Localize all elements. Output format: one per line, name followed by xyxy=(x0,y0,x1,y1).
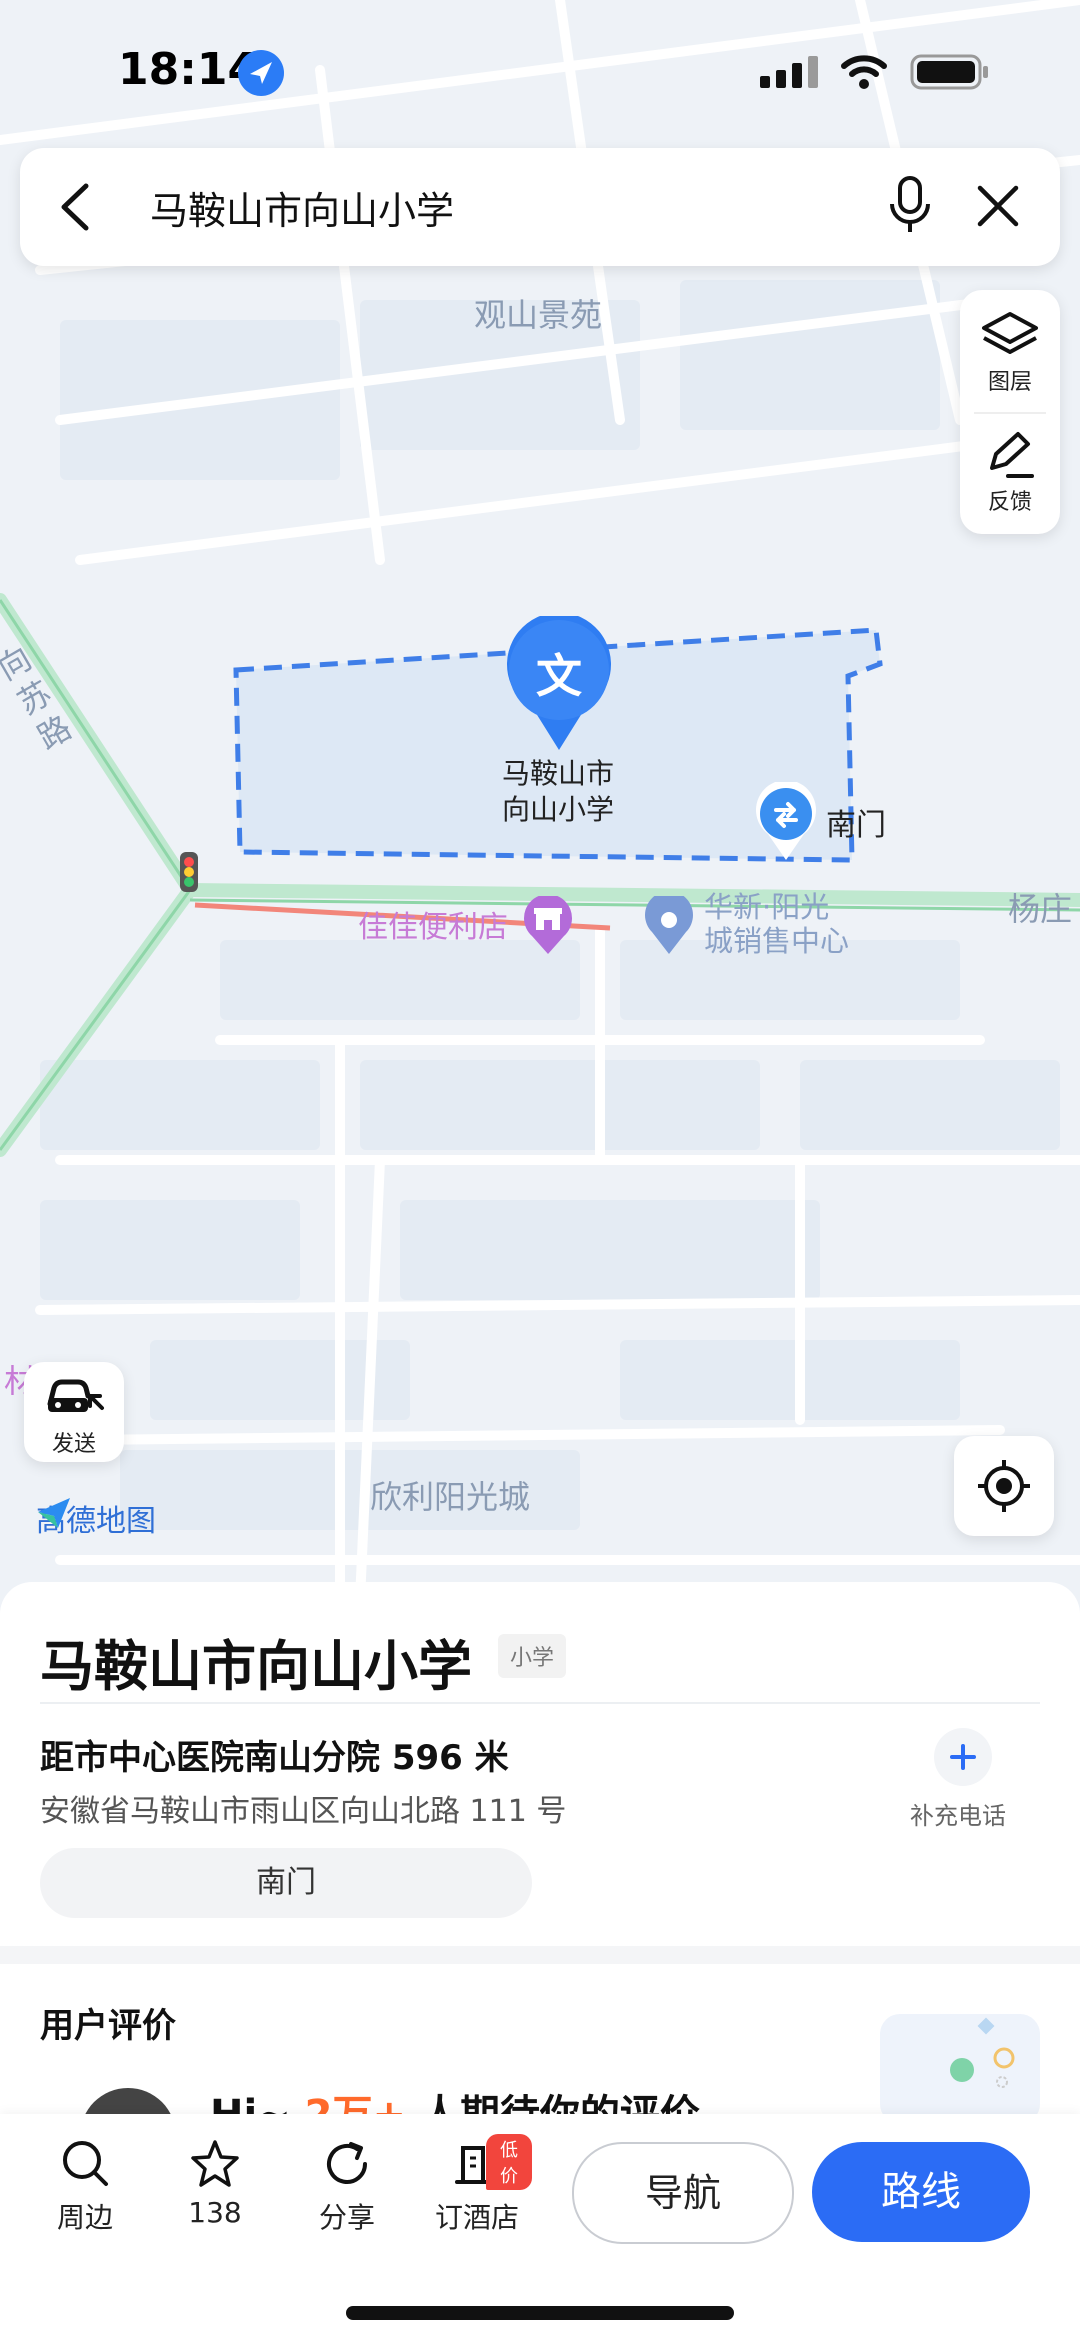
layers-icon xyxy=(982,312,1038,354)
favorite-count: 138 xyxy=(188,2196,242,2229)
home-indicator[interactable] xyxy=(346,2306,734,2320)
map-label-guanshan: 观山景苑 xyxy=(474,296,603,334)
send-to-car-button[interactable]: 发送 xyxy=(24,1362,124,1462)
battery-icon xyxy=(910,54,988,90)
location-services-icon xyxy=(238,50,284,96)
south-gate-chip[interactable]: 南门 xyxy=(40,1848,532,1918)
microphone-icon xyxy=(890,176,930,232)
crosshair-icon xyxy=(978,1460,1030,1512)
add-phone-label: 补充电话 xyxy=(910,1802,1006,1830)
school-map-label: 马鞍山市 向山小学 xyxy=(501,757,614,826)
store-map-label: 佳佳便利店 xyxy=(358,910,508,945)
section-separator xyxy=(0,1946,1080,1964)
divider xyxy=(40,1702,1040,1704)
place-category-tag: 小学 xyxy=(498,1634,567,1678)
car-send-icon xyxy=(47,1379,104,1412)
share-icon xyxy=(327,2142,367,2184)
back-button[interactable] xyxy=(56,182,96,236)
place-distance: 距市中心医院南山分院 596 米 xyxy=(40,1738,509,1778)
plus-icon xyxy=(950,1744,976,1770)
status-icons xyxy=(760,54,990,90)
navigate-button[interactable]: 导航 xyxy=(572,2142,794,2244)
wifi-icon xyxy=(841,55,887,89)
clear-button[interactable] xyxy=(976,184,1020,232)
school-pin-icon: 文 xyxy=(536,649,582,703)
route-button[interactable]: 路线 xyxy=(812,2142,1030,2242)
voice-search-button[interactable] xyxy=(888,176,932,240)
star-icon xyxy=(191,2140,239,2187)
nearby-label: 周边 xyxy=(56,2201,113,2234)
pencil-icon xyxy=(990,432,1034,478)
map-label-xinli: 欣利阳光城 xyxy=(370,1478,531,1516)
search-icon xyxy=(63,2141,108,2186)
add-phone-button[interactable] xyxy=(934,1728,992,1786)
reviews-title: 用户评价 xyxy=(40,2006,176,2046)
gate-map-label: 南门 xyxy=(826,808,886,843)
share-label: 分享 xyxy=(318,2201,375,2234)
tool-divider xyxy=(974,412,1046,414)
cellular-signal-icon xyxy=(760,56,818,88)
place-title: 马鞍山市向山小学 xyxy=(40,1635,472,1698)
book-hotel-button[interactable]: 低价 订酒店 xyxy=(422,2134,532,2236)
share-button[interactable]: 分享 xyxy=(292,2138,402,2236)
layers-label: 图层 xyxy=(987,370,1032,395)
my-location-button[interactable] xyxy=(954,1436,1054,1536)
back-arrow-icon xyxy=(61,183,89,231)
sales-center-label: 华新·阳光 城销售中心 xyxy=(704,890,850,958)
nearby-button[interactable]: 周边 xyxy=(30,2138,140,2236)
hotel-label: 订酒店 xyxy=(434,2201,519,2234)
amap-logo-icon xyxy=(38,1498,70,1528)
amap-logo: 高德地图 xyxy=(36,1496,156,1540)
feedback-button[interactable]: 反馈 xyxy=(960,430,1060,516)
feedback-label: 反馈 xyxy=(987,490,1032,515)
map-label-yangzhuang: 杨庄 xyxy=(1008,890,1073,928)
store-pin[interactable] xyxy=(522,896,574,956)
layers-button[interactable]: 图层 xyxy=(960,310,1060,396)
map-tools-card: 图层 反馈 xyxy=(960,290,1060,534)
close-icon xyxy=(977,185,1019,227)
search-input[interactable]: 马鞍山市向山小学 xyxy=(150,180,454,235)
favorite-button[interactable]: 138 xyxy=(160,2138,270,2229)
search-bar[interactable]: 马鞍山市向山小学 xyxy=(20,148,1060,266)
gate-pin[interactable] xyxy=(754,782,818,862)
review-decoration-icon xyxy=(950,2017,1015,2088)
place-address: 安徽省马鞍山市雨山区向山北路 111 号 xyxy=(40,1794,567,1829)
school-pin[interactable]: 文 xyxy=(504,616,614,750)
review-illustration xyxy=(880,2014,1040,2124)
send-label: 发送 xyxy=(51,1432,96,1457)
low-price-badge: 低价 xyxy=(486,2134,532,2190)
sales-center-pin[interactable] xyxy=(644,896,694,956)
